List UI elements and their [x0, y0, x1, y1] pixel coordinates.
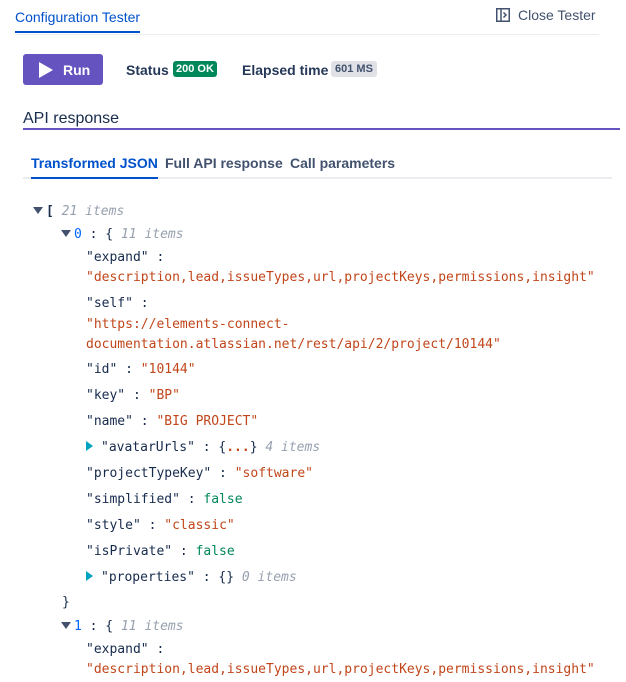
json-pair-row: "isPrivate" : false [86, 544, 235, 559]
json-key: "expand" [86, 250, 149, 265]
json-key: "isPrivate" [86, 544, 173, 559]
json-boolean-value: false [203, 492, 243, 507]
tab-transformed-json[interactable]: Transformed JSON [31, 155, 158, 179]
json-key: "properties" [101, 570, 195, 585]
json-key: "id" [86, 362, 118, 377]
divider [15, 34, 599, 35]
item-count: 11 items [120, 619, 184, 634]
section-title: API response [23, 110, 120, 127]
json-string-value: "software" [234, 466, 313, 481]
elapsed-time-label: Elapsed time [242, 62, 329, 78]
json-key: "name" [86, 414, 133, 429]
json-value-row: "https://elements-connect- [86, 316, 290, 334]
close-tester-button[interactable]: Close Tester [496, 7, 596, 23]
json-string-value: "description,lead,issueTypes,url,project… [86, 270, 595, 285]
json-collapsed-row: "avatarUrls" : {...} 4 items [86, 439, 320, 457]
json-collapsed-row: "properties" : {} 0 items [86, 569, 297, 587]
json-string-value: "BP" [148, 388, 180, 403]
json-value-row: "description,lead,issueTypes,url,project… [86, 661, 595, 679]
json-root-row: [ 21 items [33, 203, 124, 221]
json-key: "simplified" [86, 492, 180, 507]
json-string-value: "BIG PROJECT" [156, 414, 259, 429]
tab-call-parameters[interactable]: Call parameters [290, 155, 395, 177]
collapse-toggle-icon[interactable] [61, 230, 71, 237]
json-item-1-row: 1 : { 11 items [61, 618, 184, 636]
section-divider [23, 128, 620, 130]
json-string-value: documentation.atlassian.net/rest/api/2/p… [86, 337, 501, 352]
json-string-value: "https://elements-connect- [86, 317, 290, 332]
tab-full-api-response[interactable]: Full API response [165, 155, 283, 177]
json-empty-object: {} [218, 570, 235, 585]
json-key: "self" [86, 296, 133, 311]
json-boolean-value: false [195, 544, 235, 559]
json-pair-row: "name" : "BIG PROJECT" [86, 414, 259, 429]
run-button[interactable]: Run [23, 54, 103, 85]
tab-configuration-tester[interactable]: Configuration Tester [15, 9, 141, 33]
item-count: 4 items [265, 440, 321, 455]
json-key: "key" [86, 388, 126, 403]
top-bar: Configuration Tester Close Tester [0, 0, 626, 36]
item-index: 1 [74, 619, 82, 634]
json-key-row: "self" : [86, 296, 149, 311]
json-key: "style" [86, 518, 141, 533]
json-key: "expand" [86, 642, 149, 657]
json-pair-row: "style" : "classic" [86, 518, 235, 533]
sidebar-collapse-icon [496, 8, 510, 22]
json-value-row: documentation.atlassian.net/rest/api/2/p… [86, 336, 501, 354]
item-count: 0 items [241, 570, 297, 585]
collapsed-ellipsis[interactable]: ... [226, 440, 249, 455]
json-key: "avatarUrls" [101, 440, 195, 455]
status-label: Status [126, 62, 169, 78]
json-string-value: "10144" [140, 362, 196, 377]
response-tabs: Transformed JSON Full API response Call … [23, 155, 612, 179]
expand-toggle-icon[interactable] [86, 441, 93, 451]
json-item-0-row: 0 : { 11 items [61, 226, 184, 244]
json-string-value: "classic" [164, 518, 235, 533]
play-icon [39, 61, 53, 78]
json-pair-row: "projectTypeKey" : "software" [86, 466, 313, 481]
json-key-row: "expand" : [86, 250, 165, 265]
run-label: Run [63, 61, 91, 78]
collapse-toggle-icon[interactable] [33, 207, 43, 214]
status-badge: 200 OK [173, 61, 217, 77]
item-index: 0 [74, 227, 82, 242]
json-pair-row: "key" : "BP" [86, 388, 180, 403]
elapsed-time-badge: 601 MS [331, 61, 377, 77]
json-pair-row: "simplified" : false [86, 492, 243, 507]
json-key: "projectTypeKey" [86, 466, 212, 481]
item-count: 11 items [120, 227, 184, 242]
expand-toggle-icon[interactable] [86, 571, 93, 581]
json-string-value: "description,lead,issueTypes,url,project… [86, 662, 595, 677]
json-key-row: "expand" : [86, 642, 165, 657]
json-close-brace: } [62, 595, 70, 610]
close-tester-label: Close Tester [518, 7, 596, 23]
json-value-row: "description,lead,issueTypes,url,project… [86, 269, 595, 287]
item-count: 21 items [61, 204, 125, 219]
collapse-toggle-icon[interactable] [61, 622, 71, 629]
json-pair-row: "id" : "10144" [86, 362, 196, 377]
